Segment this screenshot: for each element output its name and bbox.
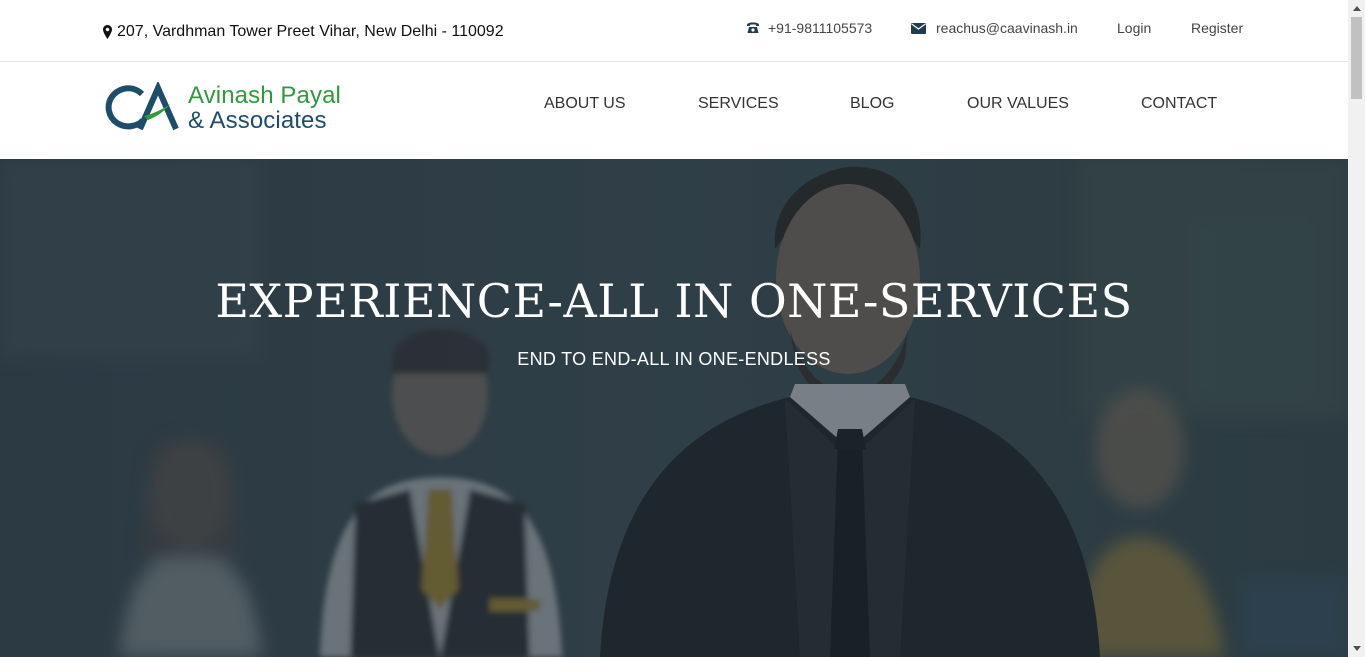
address-text: 207, Vardhman Tower Preet Vihar, New Del… — [117, 23, 504, 40]
logo-line-1: Avinash Payal — [188, 81, 341, 109]
scroll-up-arrow-icon[interactable] — [1348, 0, 1365, 17]
address: 207, Vardhman Tower Preet Vihar, New Del… — [103, 23, 504, 41]
phone-icon — [746, 22, 760, 34]
page: 207, Vardhman Tower Preet Vihar, New Del… — [0, 0, 1365, 657]
map-marker-icon — [103, 25, 112, 39]
logo-line-2: & Associates — [188, 106, 327, 134]
phone-text: +91-9811105573 — [768, 20, 873, 36]
nav-contact[interactable]: CONTACT — [1141, 95, 1217, 113]
site-logo[interactable]: Avinash Payal & Associates — [104, 82, 341, 134]
email-text: reachus@caavinash.in — [936, 20, 1078, 36]
register-link[interactable]: Register — [1191, 20, 1243, 36]
email-link[interactable]: reachus@caavinash.in — [911, 20, 1078, 36]
hero-subtitle: END TO END-ALL IN ONE-ENDLESS — [517, 349, 831, 369]
nav-our-values[interactable]: OUR VALUES — [967, 95, 1069, 113]
scroll-down-arrow-icon[interactable] — [1348, 640, 1365, 657]
site-header: Avinash Payal & Associates ABOUT US SERV… — [0, 62, 1348, 159]
hero-background-image — [0, 159, 1348, 657]
logo-text: Avinash Payal & Associates — [188, 81, 341, 134]
page-content: 207, Vardhman Tower Preet Vihar, New Del… — [0, 0, 1348, 657]
hero-title: EXPERIENCE-ALL IN ONE-SERVICES — [215, 274, 1133, 328]
nav-about-us[interactable]: ABOUT US — [544, 95, 626, 113]
vertical-scrollbar[interactable] — [1348, 0, 1365, 657]
hero-banner: EXPERIENCE-ALL IN ONE-SERVICES END TO EN… — [0, 159, 1348, 657]
login-link[interactable]: Login — [1117, 20, 1151, 36]
top-bar: 207, Vardhman Tower Preet Vihar, New Del… — [0, 0, 1348, 62]
nav-services[interactable]: SERVICES — [698, 95, 779, 113]
scrollbar-thumb[interactable] — [1351, 17, 1362, 99]
nav-blog[interactable]: BLOG — [850, 95, 894, 113]
phone-link[interactable]: +91-9811105573 — [746, 20, 872, 36]
envelope-icon — [911, 22, 926, 34]
ca-monogram-logo-icon — [105, 82, 179, 131]
